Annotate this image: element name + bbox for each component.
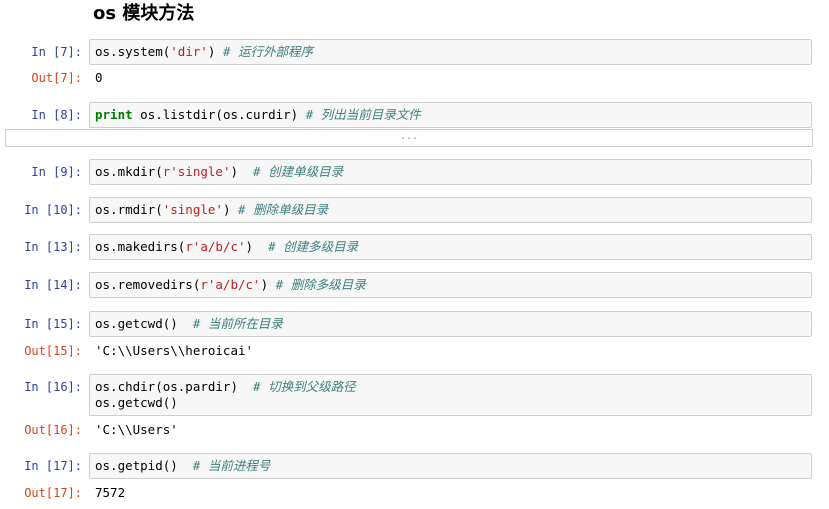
code-text: ) xyxy=(207,44,223,59)
code-comment: # 列出当前目录文件 xyxy=(305,107,421,122)
input-prompt: In [9]: xyxy=(31,165,82,179)
collapsed-output-toggle[interactable]: ... xyxy=(5,129,813,147)
cell-output: 7572 xyxy=(95,485,126,500)
string-literal: r'a/b/c' xyxy=(200,277,261,292)
code-input[interactable]: os.getcwd() # 当前所在目录 xyxy=(89,311,812,337)
input-prompt: In [15]: xyxy=(24,317,82,331)
code-comment: # 创建多级目录 xyxy=(268,239,359,254)
cell-output: 'C:\\Users\\heroicai' xyxy=(95,343,254,358)
code-comment: # 切换到父级路径 xyxy=(253,379,356,394)
input-prompt: In [13]: xyxy=(24,240,82,254)
input-prompt: In [17]: xyxy=(24,459,82,473)
code-text: os.getcwd() xyxy=(95,316,193,331)
code-text: os.system( xyxy=(95,44,171,59)
string-literal: r'a/b/c' xyxy=(185,239,246,254)
code-input[interactable]: os.getpid() # 当前进程号 xyxy=(89,453,812,479)
keyword: print xyxy=(95,107,133,122)
code-input[interactable]: os.chdir(os.pardir) # 切换到父级路径 os.getcwd() xyxy=(89,374,812,416)
output-prompt: Out[16]: xyxy=(24,423,82,437)
code-text: ) xyxy=(245,239,269,254)
cell-output: 0 xyxy=(95,70,103,85)
input-prompt: In [8]: xyxy=(31,108,82,122)
code-text: os.getpid() xyxy=(95,458,193,473)
code-input[interactable]: os.makedirs(r'a/b/c') # 创建多级目录 xyxy=(89,234,812,260)
code-text: os.removedirs( xyxy=(95,277,201,292)
code-text: os.chdir(os.pardir) xyxy=(95,379,254,394)
code-text: os.mkdir( xyxy=(95,164,163,179)
output-prompt: Out[7]: xyxy=(31,71,82,85)
code-text: os.listdir(os.curdir) xyxy=(132,107,306,122)
code-input[interactable]: os.removedirs(r'a/b/c') # 删除多级目录 xyxy=(89,272,812,298)
code-comment: # 创建单级目录 xyxy=(253,164,344,179)
input-prompt: In [14]: xyxy=(24,278,82,292)
cell-output: 'C:\\Users' xyxy=(95,422,178,437)
code-text: os.makedirs( xyxy=(95,239,186,254)
code-input[interactable]: os.mkdir(r'single') # 创建单级目录 xyxy=(89,159,812,185)
input-prompt: In [7]: xyxy=(31,45,82,59)
code-input[interactable]: os.rmdir('single') # 删除单级目录 xyxy=(89,197,812,223)
input-prompt: In [16]: xyxy=(24,380,82,394)
string-literal: 'single' xyxy=(162,202,223,217)
output-prompt: Out[15]: xyxy=(24,344,82,358)
section-heading: os 模块方法 xyxy=(93,3,195,24)
code-text: ) xyxy=(222,202,239,217)
code-line: os.chdir(os.pardir) # 切换到父级路径 xyxy=(95,379,806,395)
code-comment: # 删除多级目录 xyxy=(275,277,366,292)
string-literal: r'single' xyxy=(162,164,231,179)
code-input[interactable]: print os.listdir(os.curdir) # 列出当前目录文件 xyxy=(89,102,812,128)
code-text: os.rmdir( xyxy=(95,202,163,217)
code-comment: # 当前所在目录 xyxy=(192,316,283,331)
code-comment: # 运行外部程序 xyxy=(222,44,314,59)
input-prompt: In [10]: xyxy=(24,203,82,217)
code-text: ) xyxy=(260,277,276,292)
code-text: ) xyxy=(230,164,254,179)
code-line: os.getcwd() xyxy=(95,395,178,410)
code-comment: # 删除单级目录 xyxy=(238,202,329,217)
output-prompt: Out[17]: xyxy=(24,486,82,500)
code-input[interactable]: os.system('dir') # 运行外部程序 xyxy=(89,39,812,65)
string-literal: 'dir' xyxy=(170,44,208,59)
code-comment: # 当前进程号 xyxy=(192,458,271,473)
